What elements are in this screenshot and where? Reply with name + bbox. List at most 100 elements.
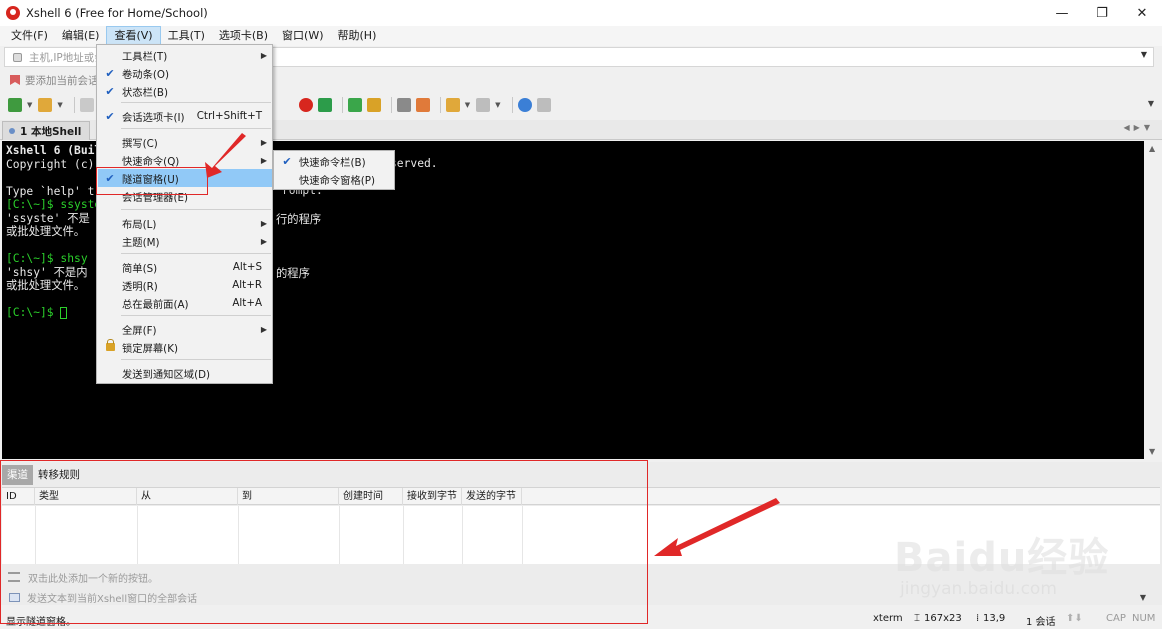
highlight-icon[interactable] bbox=[415, 98, 430, 112]
keyboard-icon[interactable] bbox=[396, 98, 411, 112]
toolbar-separator bbox=[439, 97, 441, 113]
add-icon[interactable] bbox=[445, 98, 460, 112]
menu-item-toolbar[interactable]: 工具栏(T) ▶ bbox=[98, 46, 272, 64]
menu-file[interactable]: 文件(F) bbox=[4, 26, 55, 46]
scroll-up-icon[interactable]: ▲ bbox=[1149, 144, 1155, 153]
menu-edit[interactable]: 编辑(E) bbox=[55, 26, 107, 46]
layout-icon[interactable] bbox=[476, 98, 491, 112]
menu-shortcut: Alt+A bbox=[232, 297, 262, 309]
window-title: Xshell 6 (Free for Home/School) bbox=[26, 6, 208, 20]
terminal-prompt-line: [C:\~]$ bbox=[6, 306, 61, 319]
menu-separator bbox=[121, 209, 271, 210]
check-icon: ✔ bbox=[105, 84, 115, 98]
submenu-arrow-icon: ▶ bbox=[260, 155, 267, 165]
menu-item-statusbar[interactable]: ✔ 状态栏(B) bbox=[98, 82, 272, 100]
link-icon[interactable] bbox=[79, 98, 94, 112]
menu-shortcut: Alt+R bbox=[232, 279, 262, 291]
menu-separator bbox=[121, 253, 271, 254]
menu-help[interactable]: 帮助(H) bbox=[331, 26, 384, 46]
terminal-line: 'ssyste' 不是 bbox=[6, 211, 90, 225]
terminal-fragment: 的程序 bbox=[276, 267, 310, 280]
submenu-arrow-icon: ▶ bbox=[260, 137, 267, 147]
chevron-down-icon[interactable]: ▼ bbox=[495, 101, 500, 109]
menu-bar: 文件(F) 编辑(E) 查看(V) 工具(T) 选项卡(B) 窗口(W) 帮助(… bbox=[0, 26, 1162, 46]
status-num: NUM bbox=[1132, 613, 1156, 624]
menu-shortcut: Alt+S bbox=[232, 261, 262, 273]
maximize-button[interactable]: ❐ bbox=[1082, 0, 1122, 26]
lock-screen-icon[interactable] bbox=[366, 98, 381, 112]
menu-tools[interactable]: 工具(T) bbox=[161, 26, 212, 46]
minimize-button[interactable]: — bbox=[1042, 0, 1082, 26]
menu-separator bbox=[121, 315, 271, 316]
menu-item-simple[interactable]: 简单(S) Alt+S bbox=[98, 258, 272, 276]
menu-item-lock-screen[interactable]: 锁定屏幕(K) bbox=[98, 338, 272, 356]
toolbar-chevron-icon[interactable]: ▼ bbox=[1148, 99, 1154, 108]
xshell-icon[interactable] bbox=[298, 98, 313, 112]
menu-separator bbox=[121, 359, 271, 360]
menu-tabs[interactable]: 选项卡(B) bbox=[212, 26, 275, 46]
toolbar-separator bbox=[73, 97, 75, 113]
check-icon: ✔ bbox=[282, 154, 292, 168]
menu-item-quick-command-pane[interactable]: 快速命令窗格(P) bbox=[275, 170, 395, 188]
toolbar-separator bbox=[390, 97, 392, 113]
chevron-down-icon[interactable]: ▼ bbox=[57, 101, 62, 109]
check-icon: ✔ bbox=[105, 109, 115, 123]
toolbar-separator bbox=[511, 97, 513, 113]
open-folder-icon[interactable] bbox=[38, 98, 53, 112]
chevron-down-icon[interactable]: ▼ bbox=[465, 101, 470, 109]
terminal-fragment: served. bbox=[390, 157, 438, 170]
menu-item-fullscreen[interactable]: 全屏(F) ▶ bbox=[98, 320, 272, 338]
view-menu-dropdown: 工具栏(T) ▶ ✔ 卷动条(O) ✔ 状态栏(B) ✔ 会话选项卡(I) Ct… bbox=[96, 44, 273, 384]
terminal-fragment: 行的程序 bbox=[276, 213, 322, 226]
xshell-logo-icon bbox=[6, 6, 20, 20]
terminal-cursor bbox=[60, 307, 68, 319]
status-cursor-position: 13,9 bbox=[983, 613, 1006, 624]
status-session-count: 1 会话 bbox=[1026, 617, 1056, 628]
quick-command-submenu: ✔ 快速命令栏(B) 快速命令窗格(P) bbox=[273, 150, 395, 190]
annotation-highlight-box bbox=[96, 167, 208, 195]
terminal-line: 或批处理文件。 bbox=[6, 279, 86, 292]
scroll-down-icon[interactable]: ▼ bbox=[1149, 447, 1155, 456]
window-controls: — ❐ ✕ bbox=[1042, 0, 1162, 26]
links-bar-hint[interactable]: 要添加当前会话 bbox=[25, 73, 99, 88]
bookmark-icon bbox=[10, 75, 20, 85]
menu-item-always-on-top[interactable]: 总在最前面(A) Alt+A bbox=[98, 294, 272, 312]
help-icon[interactable] bbox=[517, 98, 532, 112]
status-terminal-type: xterm bbox=[873, 613, 903, 624]
submenu-arrow-icon: ▶ bbox=[260, 236, 267, 246]
menu-item-transparent[interactable]: 透明(R) Alt+R bbox=[98, 276, 272, 294]
close-button[interactable]: ✕ bbox=[1122, 0, 1162, 26]
status-cursor-icon: ⁞ bbox=[976, 613, 980, 624]
menu-item-scrollbar[interactable]: ✔ 卷动条(O) bbox=[98, 64, 272, 82]
chat-icon[interactable] bbox=[536, 98, 551, 112]
menu-item-theme[interactable]: 主题(M) ▶ bbox=[98, 232, 272, 250]
tab-scroll-arrows-icon[interactable]: ◀▶▼ bbox=[1124, 123, 1154, 132]
menu-shortcut: Ctrl+Shift+T bbox=[196, 110, 262, 122]
submenu-arrow-icon: ▶ bbox=[260, 50, 267, 60]
tab-local-shell[interactable]: 1 本地Shell bbox=[2, 121, 90, 140]
status-size-icon: ⌶ bbox=[914, 613, 920, 624]
watermark-url: jingyan.baidu.com bbox=[900, 579, 1057, 599]
baidu-watermark: Baidu经验 jingyan.baidu.com bbox=[888, 505, 1158, 610]
toolbar-separator bbox=[341, 97, 343, 113]
lock-icon bbox=[98, 339, 122, 354]
chevron-down-icon[interactable]: ▼ bbox=[1141, 50, 1147, 59]
watermark-logo: Baidu经验 bbox=[894, 535, 1110, 581]
menu-view[interactable]: 查看(V) bbox=[106, 26, 161, 46]
xftp-icon[interactable] bbox=[317, 98, 332, 112]
tab-label: 1 本地Shell bbox=[20, 125, 82, 138]
fullscreen-icon[interactable] bbox=[347, 98, 362, 112]
submenu-arrow-icon: ▶ bbox=[260, 218, 267, 228]
chevron-down-icon[interactable]: ▼ bbox=[27, 101, 32, 109]
terminal-scrollbar[interactable]: ▲ ▼ bbox=[1146, 141, 1160, 459]
menu-item-compose[interactable]: 撰写(C) ▶ bbox=[98, 133, 272, 151]
address-placeholder: 主机,IP地址或会 bbox=[29, 51, 105, 64]
terminal-prompt-line: [C:\~]$ ssyste bbox=[6, 198, 102, 211]
menu-item-quick-command-bar[interactable]: ✔ 快速命令栏(B) bbox=[275, 152, 395, 170]
menu-window[interactable]: 窗口(W) bbox=[275, 26, 330, 46]
menu-item-layout[interactable]: 布局(L) ▶ bbox=[98, 214, 272, 232]
menu-item-session-tabs[interactable]: ✔ 会话选项卡(I) Ctrl+Shift+T bbox=[98, 107, 272, 125]
new-session-icon[interactable] bbox=[8, 98, 22, 112]
menu-item-send-to-tray[interactable]: 发送到通知区域(D) bbox=[98, 364, 272, 382]
status-terminal-size: 167x23 bbox=[924, 613, 962, 624]
